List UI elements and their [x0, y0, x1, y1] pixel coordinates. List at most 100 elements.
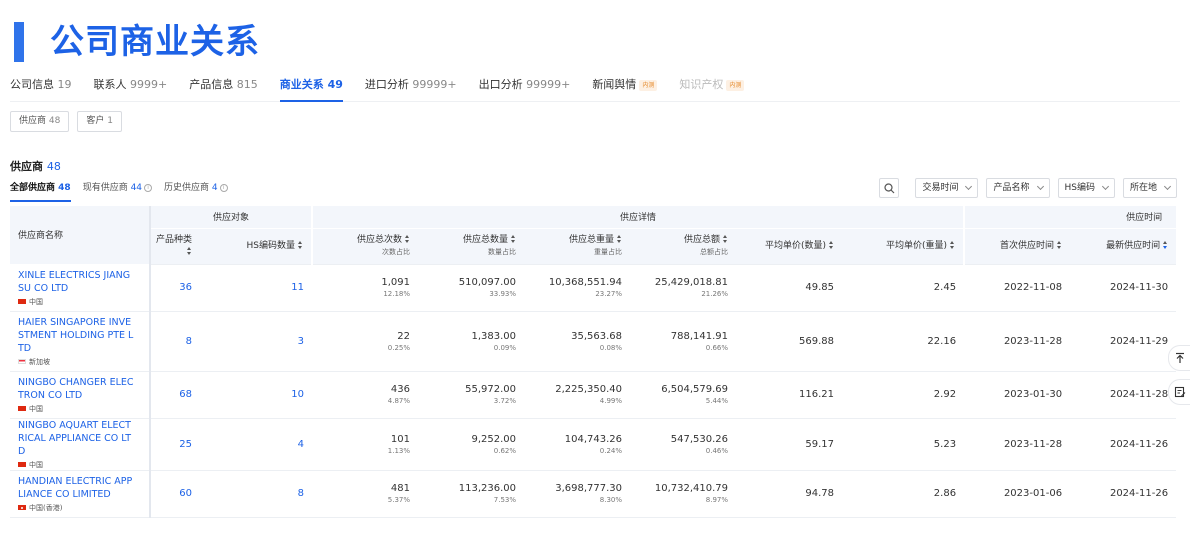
filter-product-name[interactable]: 产品名称	[986, 178, 1050, 198]
hs-count-link[interactable]: 4	[200, 418, 313, 471]
tab-contacts[interactable]: 联系人 9999+	[94, 72, 168, 102]
cell-amount: 547,530.26 0.46%	[630, 418, 737, 471]
col-last-date[interactable]: 最新供应时间	[1070, 228, 1177, 265]
supplier-name-link[interactable]: HANDIAN ELECTRIC APPLIANCE CO LIMITED	[18, 475, 134, 501]
info-icon[interactable]: i	[219, 184, 228, 192]
product-types-link[interactable]: 60	[150, 470, 200, 518]
back-to-top-icon	[1175, 352, 1184, 363]
cell-amount: 25,429,018.81 21.26%	[630, 264, 737, 312]
filter-all-suppliers[interactable]: 全部供应商 48	[10, 181, 71, 202]
country-label: 新加坡	[18, 357, 141, 367]
sort-desc-icon	[1163, 241, 1168, 249]
col-unit-price-qty[interactable]: 平均单价(数量)	[736, 228, 843, 265]
sort-icon	[187, 247, 192, 255]
feedback-button[interactable]	[1168, 379, 1190, 405]
beta-badge: 内测	[639, 80, 658, 91]
cell-times: 101 1.13%	[312, 418, 419, 471]
cell-unit-weight: 22.16	[842, 311, 965, 372]
cell-last-date: 2024-11-26	[1070, 418, 1177, 471]
cell-first-date: 2022-11-08	[964, 264, 1071, 312]
cell-last-date: 2024-11-26	[1070, 470, 1177, 518]
cell-unit-weight: 2.86	[842, 470, 965, 518]
cell-qty: 113,236.00 7.53%	[418, 470, 525, 518]
tab-company-info[interactable]: 公司信息 19	[10, 72, 72, 102]
col-total-qty[interactable]: 供应总数量 数量占比	[418, 228, 525, 265]
cell-qty: 1,383.00 0.09%	[418, 311, 525, 372]
hs-count-link[interactable]: 8	[200, 470, 313, 518]
back-to-top-button[interactable]	[1168, 345, 1190, 371]
cell-unit-qty: 116.21	[736, 371, 843, 419]
supplier-name-link[interactable]: XINLE ELECTRICS JIANGSU CO LTD	[18, 269, 134, 295]
supplier-name-link[interactable]: NINGBO AQUART ELECTRICAL APPLIANCE CO LT…	[18, 419, 134, 458]
product-types-link[interactable]: 68	[150, 371, 200, 419]
supplier-table: 供应商名称 供应对象 供应详情 供应时间 产品种类 HS编码数量 供应总次数 次数…	[10, 206, 1177, 518]
filter-trade-time[interactable]: 交易时间	[915, 178, 979, 198]
tab-ip[interactable]: 知识产权 内测	[679, 72, 745, 102]
cell-times: 436 4.87%	[312, 371, 419, 419]
cell-qty: 510,097.00 33.93%	[418, 264, 525, 312]
cell-unit-qty: 59.17	[736, 418, 843, 471]
supplier-name-link[interactable]: NINGBO CHANGER ELECTRON CO LTD	[18, 376, 134, 402]
product-types-link[interactable]: 25	[150, 418, 200, 471]
cell-unit-qty: 569.88	[736, 311, 843, 372]
col-total-times[interactable]: 供应总次数 次数占比	[311, 228, 419, 265]
tab-import-analysis[interactable]: 进口分析 99999+	[365, 72, 457, 102]
tab-products[interactable]: 产品信息 815	[189, 72, 258, 102]
subtab-suppliers[interactable]: 供应商 48	[10, 111, 70, 132]
cell-unit-weight: 5.23	[842, 418, 965, 471]
tab-news[interactable]: 新闻舆情 内测	[592, 72, 658, 102]
relation-subtabs: 供应商 48 客户 1	[10, 111, 130, 132]
feedback-icon	[1174, 386, 1185, 398]
hs-count-link[interactable]: 3	[200, 311, 313, 372]
sort-icon	[405, 235, 410, 243]
chevron-down-icon	[1101, 182, 1110, 191]
cell-unit-weight: 2.45	[842, 264, 965, 312]
subtab-customers[interactable]: 客户 1	[77, 111, 122, 132]
singapore-flag-icon	[18, 359, 26, 364]
cell-qty: 55,972.00 3.72%	[418, 371, 525, 419]
hs-count-link[interactable]: 11	[200, 264, 313, 312]
table-row: NINGBO CHANGER ELECTRON CO LTD 中国 68 10 4…	[10, 371, 1177, 419]
col-unit-price-weight[interactable]: 平均单价(重量)	[842, 228, 965, 265]
supplier-name-link[interactable]: HAIER SINGAPORE INVESTMENT HOLDING PTE L…	[18, 316, 134, 355]
filter-location[interactable]: 所在地	[1122, 178, 1177, 198]
country-label: 中国	[18, 404, 141, 414]
search-button[interactable]	[879, 178, 900, 198]
chevron-down-icon	[965, 182, 973, 191]
sort-icon	[950, 241, 955, 249]
sort-icon	[511, 235, 516, 243]
cell-amount: 10,732,410.79 8.97%	[630, 470, 737, 518]
cell-weight: 104,743.26 0.24%	[524, 418, 631, 471]
filter-hs-code[interactable]: HS编码	[1057, 178, 1115, 198]
col-total-amount[interactable]: 供应总额 总额占比	[630, 228, 737, 265]
table-row: HANDIAN ELECTRIC APPLIANCE CO LIMITED 中国(…	[10, 470, 1177, 518]
tab-export-analysis[interactable]: 出口分析 99999+	[479, 72, 571, 102]
table-row: XINLE ELECTRICS JIANGSU CO LTD 中国 36 11 1…	[10, 264, 1177, 312]
col-hs-count[interactable]: HS编码数量	[200, 228, 313, 265]
sort-icon	[829, 241, 834, 249]
search-icon	[884, 182, 895, 193]
cell-times: 1,091 12.18%	[312, 264, 419, 312]
sort-icon	[1057, 241, 1062, 249]
section-title: 供应商 48	[10, 160, 61, 173]
cell-times: 481 5.37%	[312, 470, 419, 518]
page-title: 公司商业关系	[50, 22, 260, 62]
supplier-filter-tabs: 全部供应商 48 现有供应商 44 i 历史供应商 4i	[10, 181, 240, 202]
filter-historical-suppliers[interactable]: 历史供应商 4i	[164, 181, 228, 199]
cell-qty: 9,252.00 0.62%	[418, 418, 525, 471]
china-flag-icon	[18, 299, 26, 304]
product-types-link[interactable]: 36	[150, 264, 200, 312]
hs-count-link[interactable]: 10	[200, 371, 313, 419]
sort-icon	[723, 235, 728, 243]
info-icon[interactable]: i	[144, 184, 153, 192]
cell-amount: 6,504,579.69 5.44%	[630, 371, 737, 419]
col-first-date[interactable]: 首次供应时间	[963, 228, 1071, 265]
sort-icon	[617, 235, 622, 243]
product-types-link[interactable]: 8	[150, 311, 200, 372]
tab-business-relations[interactable]: 商业关系 49	[279, 72, 344, 102]
table-row: NINGBO AQUART ELECTRICAL APPLIANCE CO LT…	[10, 418, 1177, 471]
cell-weight: 10,368,551.94 23.27%	[524, 264, 631, 312]
col-product-types[interactable]: 产品种类	[150, 228, 200, 265]
filter-current-suppliers[interactable]: 现有供应商 44 i	[83, 181, 153, 199]
col-total-weight[interactable]: 供应总重量 重量占比	[524, 228, 631, 265]
